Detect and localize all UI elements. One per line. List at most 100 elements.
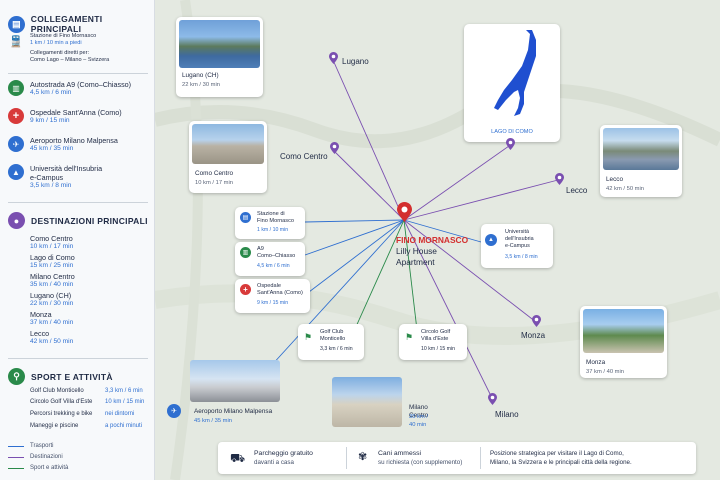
malpensa-card: Aeroporto Milano Malpensa 45 km / 35 min bbox=[188, 360, 280, 430]
item-detail: 9 km / 15 min bbox=[30, 117, 70, 124]
destination-item: Lecco 42 km / 50 min bbox=[30, 329, 73, 346]
lugano-pin-icon[interactable] bbox=[329, 52, 338, 64]
station-card: ▤ Stazione di Fino Mornasco 1 km / 10 mi… bbox=[235, 207, 305, 239]
sport-name: Percorsi trekking e bike bbox=[30, 411, 93, 417]
dest-detail: 35 km / 40 min bbox=[30, 281, 74, 288]
monza-card: Monza 37 km / 40 min bbox=[580, 306, 667, 378]
destination-item: Como Centro 10 km / 17 min bbox=[30, 234, 73, 251]
lake-pin-icon[interactable] bbox=[506, 138, 515, 150]
milano-photo bbox=[332, 377, 402, 427]
graduation-icon: ▲ bbox=[485, 234, 497, 246]
divider bbox=[346, 447, 347, 469]
card-name: Circolo Golf bbox=[421, 329, 451, 335]
card-detail: 3,3 km / 6 min bbox=[320, 346, 353, 352]
transport-header: ▤ COLLEGAMENTI PRINCIPALI bbox=[8, 14, 154, 34]
destination-item: Milano Centro 35 km / 40 min bbox=[30, 272, 75, 289]
card-name: Monza bbox=[586, 359, 606, 366]
station-name: Stazione di Fino Mornasco bbox=[30, 33, 97, 39]
item-name-2: e-Campus bbox=[30, 173, 64, 182]
station-direct-label: Collegamenti diretti per: bbox=[30, 50, 90, 56]
place-lecco[interactable]: Lecco bbox=[566, 186, 587, 195]
dest-detail: 37 km / 40 min bbox=[30, 319, 74, 326]
airplane-icon: ✈ bbox=[167, 404, 181, 418]
card-detail: 35 km / 40 min bbox=[409, 414, 429, 428]
paw-icon: ✾ bbox=[358, 451, 368, 463]
center-title: FINO MORNASCO bbox=[396, 235, 469, 245]
dest-name: Lugano (CH) bbox=[30, 291, 72, 300]
legend-line bbox=[8, 467, 24, 469]
dest-detail: 42 km / 50 min bbox=[30, 338, 74, 345]
place-monza[interactable]: Monza bbox=[521, 331, 545, 340]
destination-item: Lugano (CH) 22 km / 30 min bbox=[30, 291, 73, 308]
hospital-icon: + bbox=[8, 108, 24, 124]
place-lugano[interactable]: Lugano bbox=[342, 57, 369, 66]
place-como[interactable]: Como Centro bbox=[280, 152, 328, 161]
location-pin-icon: ● bbox=[8, 212, 25, 229]
sport-header: ⚲ SPORT E ATTIVITÀ bbox=[8, 368, 113, 385]
dest-name: Milano Centro bbox=[30, 272, 75, 281]
pets-detail: su richiesta (con supplemento) bbox=[378, 459, 463, 466]
item-detail: 45 km / 35 min bbox=[30, 145, 74, 152]
a9-card: ▥ A9 Como–Chiasso 4,5 km / 6 min bbox=[235, 242, 305, 276]
card-name-2: Villa d'Este bbox=[421, 336, 449, 342]
monza-pin-icon[interactable] bbox=[532, 315, 541, 327]
destination-item: Monza 37 km / 40 min bbox=[30, 310, 73, 327]
card-name: Lecco bbox=[606, 176, 624, 183]
train-icon: 🚆 bbox=[9, 35, 23, 48]
sport-detail: 10 km / 15 min bbox=[105, 399, 145, 405]
legend-label: Sport e attività bbox=[30, 465, 69, 471]
card-detail: 10 km / 15 min bbox=[421, 346, 456, 352]
card-name-2: Fino Mornasco bbox=[257, 218, 294, 224]
train-icon: ▤ bbox=[240, 212, 251, 223]
station-direct: Como Lago – Milano – Svizzera bbox=[30, 57, 110, 63]
lecco-pin-icon[interactable] bbox=[555, 173, 564, 185]
milano-card: Milano Centro 35 km / 40 min bbox=[332, 374, 432, 432]
lecco-card: Lecco 42 km / 50 min bbox=[600, 125, 682, 197]
lake-como-icon bbox=[494, 30, 536, 116]
card-name: Como Centro bbox=[195, 170, 234, 177]
legend-label: Trasporti bbox=[30, 443, 54, 449]
car-icon: ⛟ bbox=[230, 451, 246, 465]
transport-item: ✈ Aeroporto Milano Malpensa 45 km / 35 mi… bbox=[8, 136, 118, 153]
transport-item: ▲ Università dell'Insubria e-Campus 3,5 km… bbox=[8, 164, 102, 190]
place-milano[interactable]: Milano bbox=[495, 410, 519, 419]
parking-detail: davanti a casa bbox=[254, 459, 294, 466]
footer-note-1: Posizione strategica per visitare il Lag… bbox=[490, 450, 624, 457]
card-detail: 3,5 km / 8 min bbox=[505, 254, 538, 260]
fino-mornasco-pin-icon[interactable] bbox=[397, 202, 412, 222]
card-name-2: Monticello bbox=[320, 336, 346, 342]
card-name: Stazione di bbox=[257, 211, 285, 217]
center-subtitle-1: Lilly House bbox=[396, 246, 437, 256]
item-name: Università dell'Insubria bbox=[30, 164, 103, 173]
card-name-2: Sant'Anna (Como) bbox=[257, 290, 303, 296]
como-card: Como Centro 10 km / 17 min bbox=[189, 121, 267, 193]
card-detail: 37 km / 40 min bbox=[586, 369, 625, 375]
divider bbox=[8, 202, 148, 203]
destinations-title: DESTINAZIONI PRINCIPALI bbox=[31, 215, 148, 226]
card-name-2: Como–Chiasso bbox=[257, 253, 296, 259]
dest-name: Lago di Como bbox=[30, 253, 75, 262]
destination-item: Lago di Como 15 km / 25 min bbox=[30, 253, 75, 270]
golf-monticello-card: ⚑ Golf Club Monticello 3,3 km / 6 min bbox=[298, 324, 364, 360]
dest-name: Lecco bbox=[30, 329, 50, 338]
map-infographic: ▤ COLLEGAMENTI PRINCIPALI 🚆 Stazione di … bbox=[0, 0, 720, 480]
map-area[interactable]: LAGO DI COMO Lugano (CH) 22 km / 30 min … bbox=[155, 0, 720, 480]
como-photo bbox=[192, 124, 264, 164]
divider bbox=[8, 73, 148, 74]
transport-title: COLLEGAMENTI PRINCIPALI bbox=[30, 14, 103, 34]
parking-title: Parcheggio gratuito bbox=[254, 450, 313, 457]
station-row: 🚆 Stazione di Fino Mornasco 1 km / 10 mi… bbox=[8, 33, 109, 64]
bicycle-icon: ⚲ bbox=[8, 368, 25, 385]
bus-icon: ▤ bbox=[8, 15, 25, 33]
dest-detail: 22 km / 30 min bbox=[30, 300, 74, 307]
golf-flag-icon: ⚑ bbox=[405, 332, 414, 342]
sport-detail: 3,3 km / 6 min bbox=[105, 388, 143, 394]
lugano-card: Lugano (CH) 22 km / 30 min bbox=[176, 17, 263, 97]
como-pin-icon[interactable] bbox=[330, 142, 339, 154]
transport-item: + Ospedale Sant'Anna (Como) 9 km / 15 min bbox=[8, 108, 122, 125]
milano-pin-icon[interactable] bbox=[488, 393, 497, 405]
monza-photo bbox=[583, 309, 664, 353]
card-detail: 45 km / 35 min bbox=[194, 418, 233, 424]
legend-sport: Sport e attività bbox=[8, 465, 68, 471]
lugano-photo bbox=[179, 20, 260, 68]
